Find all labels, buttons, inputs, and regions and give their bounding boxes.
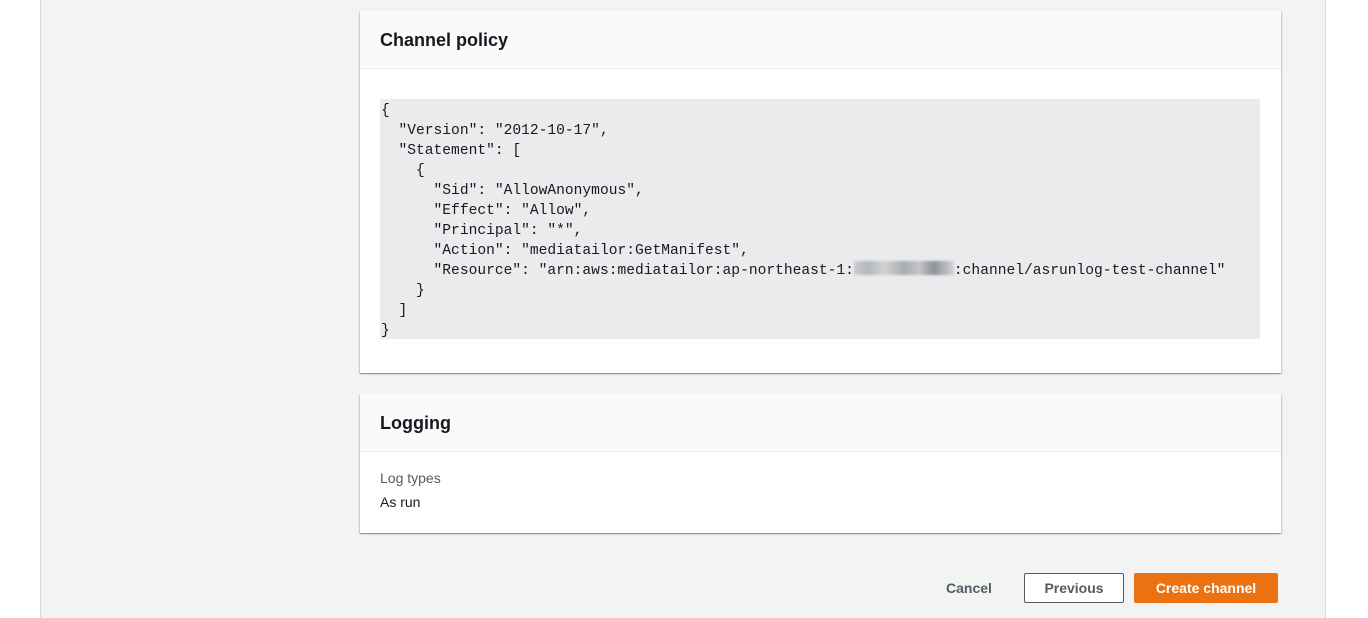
code-line: "Statement": [ (381, 143, 522, 159)
resource-prefix: "Resource": "arn:aws:mediatailor:ap-nort… (381, 263, 854, 279)
logging-header: Logging (360, 394, 1281, 452)
logging-panel: Logging Log types As run (360, 394, 1281, 533)
channel-policy-header: Channel policy (360, 11, 1281, 69)
page-content-area: Channel policy { "Version": "2012-10-17"… (40, 0, 1326, 618)
channel-policy-panel: Channel policy { "Version": "2012-10-17"… (360, 11, 1281, 373)
cancel-button[interactable]: Cancel (924, 573, 1014, 603)
log-types-value: As run (380, 494, 421, 510)
create-channel-button[interactable]: Create channel (1134, 573, 1278, 603)
redacted-account-id (853, 261, 954, 275)
code-line: { (381, 103, 390, 119)
code-line: ] (381, 303, 408, 319)
resource-code-line: "Resource": "arn:aws:mediatailor:ap-nort… (381, 261, 1260, 281)
code-line: { (381, 163, 425, 179)
log-types-label: Log types (380, 470, 441, 486)
code-line: } (381, 283, 425, 299)
previous-button[interactable]: Previous (1024, 573, 1124, 603)
code-line: "Action": "mediatailor:GetManifest", (381, 243, 749, 259)
channel-policy-title: Channel policy (380, 30, 509, 50)
form-actions: Cancel Previous Create channel (924, 573, 1278, 603)
policy-code-block[interactable]: { "Version": "2012-10-17", "Statement": … (380, 99, 1260, 339)
policy-json: { "Version": "2012-10-17", "Statement": … (380, 99, 1260, 341)
code-line: "Effect": "Allow", (381, 203, 592, 219)
code-line: "Version": "2012-10-17", (381, 123, 609, 139)
code-line: "Principal": "*", (381, 223, 583, 239)
resource-suffix: :channel/asrunlog-test-channel" (953, 263, 1226, 279)
code-line: } (381, 323, 390, 339)
logging-title: Logging (380, 413, 451, 433)
code-line: "Sid": "AllowAnonymous", (381, 183, 644, 199)
